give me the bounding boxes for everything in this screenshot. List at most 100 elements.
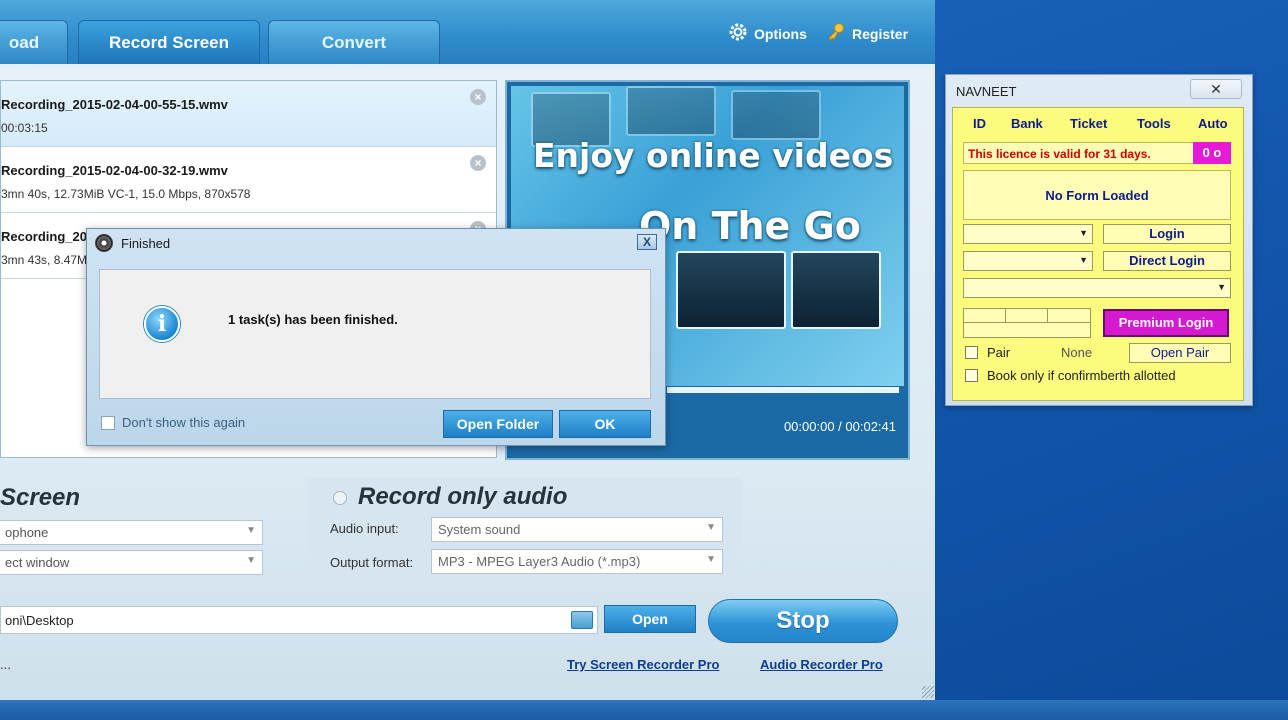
gear-icon — [728, 22, 748, 45]
open-pair-button[interactable]: Open Pair — [1129, 343, 1231, 363]
open-pair-label: Open Pair — [1150, 345, 1210, 360]
direct-login-button[interactable]: Direct Login — [1103, 251, 1231, 271]
preview-headline: Enjoy online videos — [533, 136, 894, 175]
stop-button-label: Stop — [776, 607, 830, 634]
dont-show-label: Don't show this again — [122, 415, 246, 430]
tab-download[interactable]: oad — [0, 20, 68, 64]
chevron-down-icon: ▼ — [1079, 255, 1088, 265]
login-select-1[interactable]: ▼ — [963, 224, 1093, 244]
premium-login-button[interactable]: Premium Login — [1103, 309, 1229, 337]
dont-show-checkbox[interactable] — [101, 416, 115, 430]
open-button[interactable]: Open — [604, 605, 696, 633]
tab-record-screen[interactable]: Record Screen — [78, 20, 260, 64]
record-audio-heading: Record only audio — [358, 483, 568, 510]
tab-convert[interactable]: Convert — [268, 20, 440, 64]
close-button[interactable]: X — [637, 234, 657, 250]
thumbnail — [626, 86, 716, 136]
pair-value: None — [1061, 345, 1093, 360]
grid-cell — [964, 309, 1006, 323]
audio-input-label: Audio input: — [330, 521, 399, 536]
dialog-body: i 1 task(s) has been finished. — [99, 269, 651, 399]
info-glyph: i — [157, 311, 167, 337]
output-format-label: Output format: — [330, 555, 414, 570]
output-path-field[interactable]: oni\Desktop — [0, 606, 598, 634]
screen-recorder-pro-link[interactable]: Try Screen Recorder Pro — [567, 657, 719, 672]
resize-grip[interactable] — [922, 686, 934, 698]
menu-item-ticket[interactable]: Ticket — [1070, 116, 1107, 131]
menu-item-auto[interactable]: Auto — [1198, 116, 1228, 131]
grid-cell — [1048, 309, 1091, 323]
chevron-down-icon: ▼ — [706, 522, 716, 533]
stop-button[interactable]: Stop — [708, 599, 898, 643]
status-text: ... — [0, 657, 11, 672]
record-screen-heading: Screen — [0, 484, 81, 511]
form-status-text: No Form Loaded — [1045, 187, 1149, 203]
key-icon — [826, 22, 846, 45]
audio-recorder-pro-link[interactable]: Audio Recorder Pro — [760, 657, 883, 672]
menu-item-id[interactable]: ID — [973, 116, 986, 131]
remove-icon[interactable]: × — [470, 155, 486, 171]
licence-status: This licence is valid for 31 days. 0 o — [963, 142, 1231, 164]
file-name: Recording_20 — [1, 229, 87, 244]
audio-input-select[interactable]: System sound ▼ — [431, 517, 723, 542]
capture-mode-select[interactable]: ect window ▼ — [0, 550, 263, 575]
list-item[interactable]: Recording_2015-02-04-00-55-15.wmv 00:03:… — [1, 81, 496, 147]
remove-icon[interactable]: × — [470, 89, 486, 105]
taskbar — [0, 700, 1288, 720]
ok-button[interactable]: OK — [559, 410, 651, 438]
audio-source-value: ophone — [5, 525, 49, 540]
close-icon: X — [642, 235, 651, 249]
licence-badge: 0 o — [1193, 142, 1231, 164]
chevron-down-icon: ▼ — [1079, 228, 1088, 238]
login-button[interactable]: Login — [1103, 224, 1231, 244]
thumbnail — [731, 90, 821, 140]
book-only-checkbox[interactable] — [965, 369, 978, 382]
navneet-window: NAVNEET ✕ ID Bank Ticket Tools Auto This… — [945, 74, 1253, 406]
tab-convert-label: Convert — [321, 32, 387, 52]
pair-checkbox[interactable] — [965, 346, 978, 359]
navneet-close-button[interactable]: ✕ — [1190, 79, 1242, 99]
record-audio-radio[interactable] — [333, 491, 347, 505]
output-path-value: oni\Desktop — [5, 613, 74, 628]
menu-item-bank[interactable]: Bank — [1011, 116, 1043, 131]
tab-download-label: oad — [8, 32, 40, 52]
direct-login-label: Direct Login — [1129, 253, 1205, 268]
premium-login-label: Premium Login — [1118, 315, 1214, 330]
list-item[interactable]: Recording_2015-02-04-00-32-19.wmv 3mn 40… — [1, 147, 496, 213]
folder-icon[interactable] — [571, 611, 593, 629]
pair-label: Pair — [987, 345, 1011, 360]
file-info: 3mn 43s, 8.47M — [1, 253, 88, 267]
login-label: Login — [1149, 226, 1185, 241]
chevron-down-icon: ▼ — [246, 555, 256, 566]
file-name: Recording_2015-02-04-00-55-15.wmv — [1, 97, 228, 112]
playback-time: 00:00:00 / 00:02:41 — [783, 419, 896, 434]
dialog-titlebar[interactable]: Finished X — [87, 229, 665, 257]
register-label: Register — [852, 25, 909, 42]
audio-input-value: System sound — [438, 522, 521, 537]
preview-subheadline: On The Go — [639, 204, 861, 248]
form-status: No Form Loaded — [963, 170, 1231, 220]
output-format-select[interactable]: MP3 - MPEG Layer3 Audio (*.mp3) ▼ — [431, 549, 723, 574]
audio-source-select[interactable]: ophone ▼ — [0, 520, 263, 545]
file-info: 3mn 40s, 12.73MiB VC-1, 15.0 Mbps, 870x5… — [1, 187, 251, 201]
close-icon: ✕ — [1210, 81, 1222, 97]
ok-label: OK — [594, 416, 616, 432]
open-folder-label: Open Folder — [456, 416, 540, 432]
finished-dialog: Finished X i 1 task(s) has been finished… — [86, 228, 666, 446]
captcha-grid[interactable] — [963, 308, 1091, 338]
register-link[interactable]: Register — [826, 22, 908, 45]
file-name: Recording_2015-02-04-00-32-19.wmv — [1, 163, 228, 178]
login-select-2[interactable]: ▼ — [963, 251, 1093, 271]
capture-mode-value: ect window — [5, 555, 70, 570]
output-format-value: MP3 - MPEG Layer3 Audio (*.mp3) — [438, 554, 641, 569]
thumbnail — [791, 251, 881, 329]
menu-item-tools[interactable]: Tools — [1137, 116, 1171, 131]
thumbnail — [676, 251, 786, 329]
open-folder-button[interactable]: Open Folder — [443, 410, 553, 438]
options-label: Options — [754, 25, 807, 42]
grid-cell — [1006, 309, 1048, 323]
info-icon: i — [144, 306, 180, 342]
form-select[interactable]: ▼ — [963, 278, 1231, 298]
options-link[interactable]: Options — [728, 22, 807, 45]
progress-bar[interactable] — [667, 387, 899, 393]
